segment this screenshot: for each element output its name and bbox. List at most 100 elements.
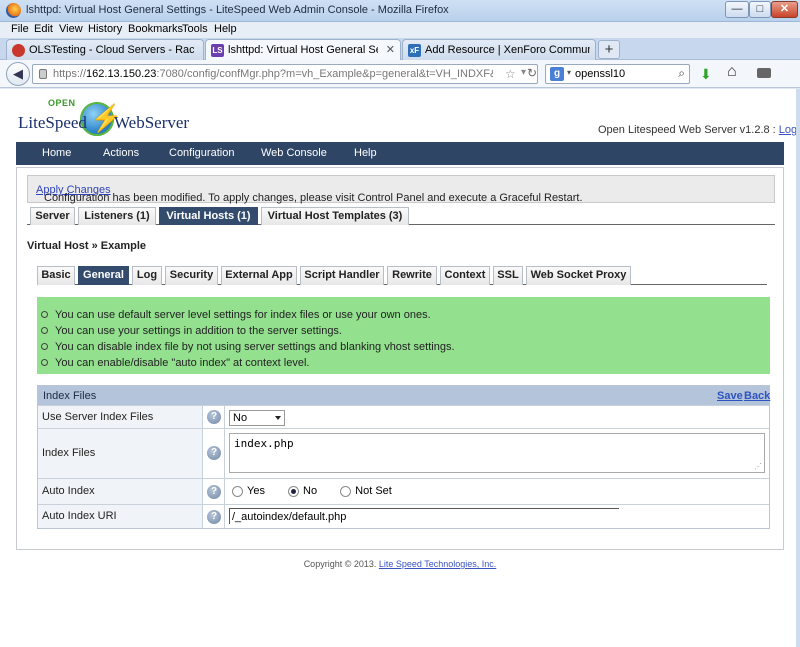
- window-title: lshttpd: Virtual Host General Settings -…: [26, 4, 449, 16]
- help-icon[interactable]: ?: [207, 446, 221, 460]
- tab-listeners[interactable]: Listeners (1): [78, 207, 156, 225]
- radio-label: Yes: [247, 485, 265, 498]
- auto-index-no-radio[interactable]: [288, 485, 300, 497]
- help-icon[interactable]: ?: [207, 485, 221, 499]
- help-list: You can use default server level setting…: [41, 308, 455, 372]
- help-info-box: You can use default server level setting…: [37, 297, 770, 374]
- tab-virtual-hosts[interactable]: Virtual Hosts (1): [159, 207, 258, 225]
- auto-index-yes-radio[interactable]: [232, 485, 243, 497]
- menu-edit[interactable]: Edit: [34, 23, 53, 35]
- logo-litespeed-text: LiteSpeed: [18, 113, 87, 132]
- close-window-button[interactable]: ✕: [771, 1, 798, 18]
- row-label: Auto Index: [42, 485, 95, 497]
- tab-external-app[interactable]: External App: [221, 266, 297, 285]
- menu-tools[interactable]: Tools: [182, 23, 208, 35]
- browser-tab-olstesting[interactable]: OLSTesting - Cloud Servers - Rackspa...: [6, 39, 204, 60]
- tab-ssl[interactable]: SSL: [493, 266, 523, 285]
- browser-tab-xenforo[interactable]: xF Add Resource | XenForo Community: [402, 39, 596, 60]
- new-tab-button[interactable]: +: [598, 40, 620, 59]
- notice-text: Configuration has been modified. To appl…: [44, 192, 583, 204]
- nav-actions[interactable]: Actions: [103, 147, 139, 159]
- web-page: ⚡ OPEN LiteSpeed WebServer Open Litespee…: [0, 89, 800, 647]
- row-label: Use Server Index Files: [42, 411, 154, 423]
- table-title: Index Files: [43, 390, 97, 402]
- home-icon[interactable]: ⌂: [727, 63, 737, 81]
- tab-web-socket-proxy[interactable]: Web Socket Proxy: [526, 266, 631, 285]
- search-engine-dropdown-icon[interactable]: ▾: [567, 68, 571, 77]
- search-input[interactable]: [575, 67, 670, 81]
- browser-tab-lshttpd[interactable]: LS lshttpd: Virtual Host General Setting…: [205, 39, 401, 61]
- browser-tab-strip: OLSTesting - Cloud Servers - Rackspa... …: [0, 38, 800, 61]
- litespeed-logo: ⚡ OPEN LiteSpeed WebServer: [18, 97, 198, 139]
- list-item: You can use your settings in addition to…: [41, 324, 455, 340]
- search-icon[interactable]: ⌕: [678, 66, 685, 81]
- menu-view[interactable]: View: [59, 23, 83, 35]
- radio-label: No: [303, 485, 318, 498]
- minimize-button[interactable]: —: [725, 1, 749, 18]
- auto-index-radio-group: Yes No Not Set: [232, 485, 412, 497]
- config-tabs: Server Listeners (1) Virtual Hosts (1) V…: [27, 207, 775, 225]
- rackspace-icon: [12, 44, 25, 57]
- table-row: Auto Index ? Yes No Not Set: [38, 478, 769, 504]
- logo-webserver-text: WebServer: [114, 113, 190, 132]
- nav-web-console[interactable]: Web Console: [261, 147, 327, 159]
- tab-context[interactable]: Context: [440, 266, 490, 285]
- google-icon[interactable]: g: [550, 67, 564, 81]
- addon-icon[interactable]: [757, 68, 771, 78]
- nav-home[interactable]: Home: [42, 147, 71, 159]
- back-link[interactable]: Back: [744, 390, 770, 402]
- version-text: Open Litespeed Web Server v1.2.8 :: [598, 124, 779, 136]
- tab-general[interactable]: General: [78, 266, 129, 285]
- search-bar[interactable]: g ▾ ⌕: [545, 64, 690, 84]
- menu-history[interactable]: History: [88, 23, 122, 35]
- tab-script-handler[interactable]: Script Handler: [300, 266, 384, 285]
- help-icon[interactable]: ?: [207, 410, 221, 424]
- tab-virtual-host-templates[interactable]: Virtual Host Templates (3): [261, 207, 409, 225]
- tab-basic[interactable]: Basic: [37, 266, 75, 285]
- close-tab-icon[interactable]: ✕: [386, 43, 395, 56]
- copyright-text: Copyright © 2013.: [303, 559, 379, 569]
- save-link[interactable]: Save: [717, 390, 743, 402]
- footer: Copyright © 2013. Lite Speed Technologie…: [0, 559, 800, 569]
- tab-server[interactable]: Server: [30, 207, 75, 225]
- menu-bookmarks[interactable]: Bookmarks: [128, 23, 183, 35]
- maximize-button[interactable]: □: [749, 1, 771, 18]
- list-item: You can use default server level setting…: [41, 308, 455, 324]
- auto-index-uri-input[interactable]: [229, 508, 619, 524]
- auto-index-not-set-radio[interactable]: [340, 485, 352, 497]
- url-dropdown-icon[interactable]: ▾: [521, 67, 526, 78]
- reload-icon[interactable]: ↻: [527, 66, 537, 80]
- url-text: https://162.13.150.23:7080/config/confMg…: [53, 68, 493, 80]
- list-item: You can disable index file by not using …: [41, 340, 455, 356]
- back-button[interactable]: ◀: [6, 62, 30, 86]
- url-bar[interactable]: https://162.13.150.23:7080/config/confMg…: [32, 64, 538, 84]
- download-icon[interactable]: ⬇: [700, 66, 712, 83]
- tab-rewrite[interactable]: Rewrite: [387, 266, 437, 285]
- nav-help[interactable]: Help: [354, 147, 377, 159]
- use-server-index-select[interactable]: No: [229, 410, 285, 426]
- nav-configuration[interactable]: Configuration: [169, 147, 234, 159]
- browser-tab-label: Add Resource | XenForo Community: [425, 44, 590, 56]
- tab-log[interactable]: Log: [132, 266, 162, 285]
- list-item: You can enable/disable "auto index" at c…: [41, 356, 455, 372]
- bullet-icon: [41, 311, 48, 318]
- row-label: Index Files: [42, 447, 96, 459]
- menu-help[interactable]: Help: [214, 23, 237, 35]
- main-nav: Home Actions Configuration Web Console H…: [16, 142, 784, 165]
- help-icon[interactable]: ?: [207, 510, 221, 524]
- row-label: Auto Index URI: [42, 510, 117, 522]
- index-files-textarea[interactable]: index.php ⋰: [229, 433, 765, 473]
- table-row: Use Server Index Files ? No: [38, 405, 769, 428]
- menu-file[interactable]: File: [11, 23, 29, 35]
- tab-security[interactable]: Security: [165, 266, 218, 285]
- lock-icon: [39, 69, 47, 79]
- config-modified-notice: Configuration has been modified. To appl…: [27, 175, 775, 204]
- bookmark-star-icon[interactable]: ☆: [505, 67, 516, 81]
- resize-grip-icon[interactable]: ⋰: [754, 462, 762, 471]
- litespeed-company-link[interactable]: Lite Speed Technologies, Inc.: [379, 559, 496, 569]
- navigation-toolbar: ◀ https://162.13.150.23:7080/config/conf…: [0, 60, 800, 88]
- logo-open-text: OPEN: [48, 98, 76, 108]
- vhost-sub-tabs: Basic General Log Security External App …: [37, 266, 767, 285]
- bullet-icon: [41, 327, 48, 334]
- bullet-icon: [41, 343, 48, 350]
